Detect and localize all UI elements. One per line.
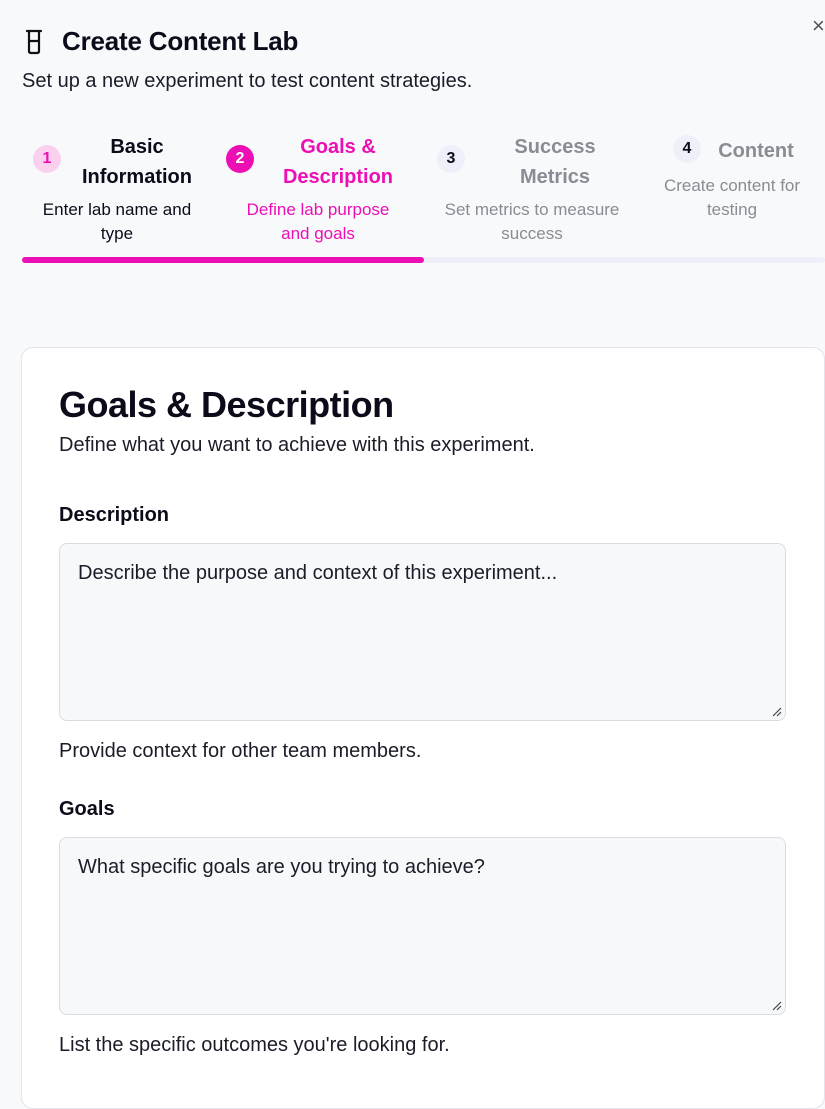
- form-card: Goals & Description Define what you want…: [21, 347, 825, 1109]
- step-number-badge: 3: [437, 145, 465, 173]
- step-description: Define lab purpose and goals: [228, 198, 408, 246]
- step-title: Content: [708, 136, 804, 166]
- description-helper-text: Provide context for other team members.: [59, 740, 422, 762]
- step-title-line: Goals &: [300, 136, 376, 158]
- goals-field-wrapper: [22, 837, 824, 1017]
- step-description-line: Enter lab name and: [42, 200, 192, 219]
- step-title: Goals & Description: [258, 132, 418, 192]
- step-title: Basic Information: [62, 132, 212, 192]
- step-description: Create content for testing: [648, 174, 816, 222]
- step-title-line: Information: [82, 166, 192, 188]
- description-label: Description: [59, 504, 170, 526]
- step-description-line: and goals: [281, 224, 355, 243]
- stepper-progress-track: [22, 257, 825, 263]
- step-number-badge: 2: [226, 145, 254, 173]
- step-title-line: Metrics: [519, 166, 591, 188]
- step-description-line: type: [100, 224, 134, 243]
- resize-grip-icon[interactable]: [772, 1001, 782, 1011]
- goals-label: Goals: [59, 798, 115, 820]
- step-title-line: Success: [514, 136, 596, 158]
- step-description-line: Create content for: [663, 176, 801, 195]
- description-textarea[interactable]: [59, 543, 786, 721]
- section-subtitle: Define what you want to achieve with thi…: [59, 434, 535, 456]
- stepper-progress-fill: [22, 257, 424, 263]
- step-description-line: Define lab purpose: [246, 200, 390, 219]
- resize-grip-icon[interactable]: [772, 707, 782, 717]
- description-field-wrapper: [22, 543, 824, 723]
- step-description-line: testing: [706, 200, 758, 219]
- goals-textarea[interactable]: [59, 837, 786, 1015]
- goals-helper-text: List the specific outcomes you're lookin…: [59, 1034, 450, 1056]
- stepper: 1 Basic Information Enter lab name and t…: [0, 0, 825, 270]
- step-description-line: success: [501, 224, 563, 243]
- section-title: Goals & Description: [59, 384, 394, 425]
- step-description: Set metrics to measure success: [426, 198, 638, 246]
- step-description-line: Set metrics to measure: [444, 200, 620, 219]
- step-description: Enter lab name and type: [22, 198, 212, 246]
- step-number-badge: 4: [673, 135, 701, 163]
- step-title: Success Metrics: [480, 132, 630, 192]
- step-title-line: Description: [282, 166, 394, 188]
- step-title-line: Basic: [110, 136, 164, 158]
- step-number-badge: 1: [33, 145, 61, 173]
- step-title-line: Content: [718, 140, 794, 162]
